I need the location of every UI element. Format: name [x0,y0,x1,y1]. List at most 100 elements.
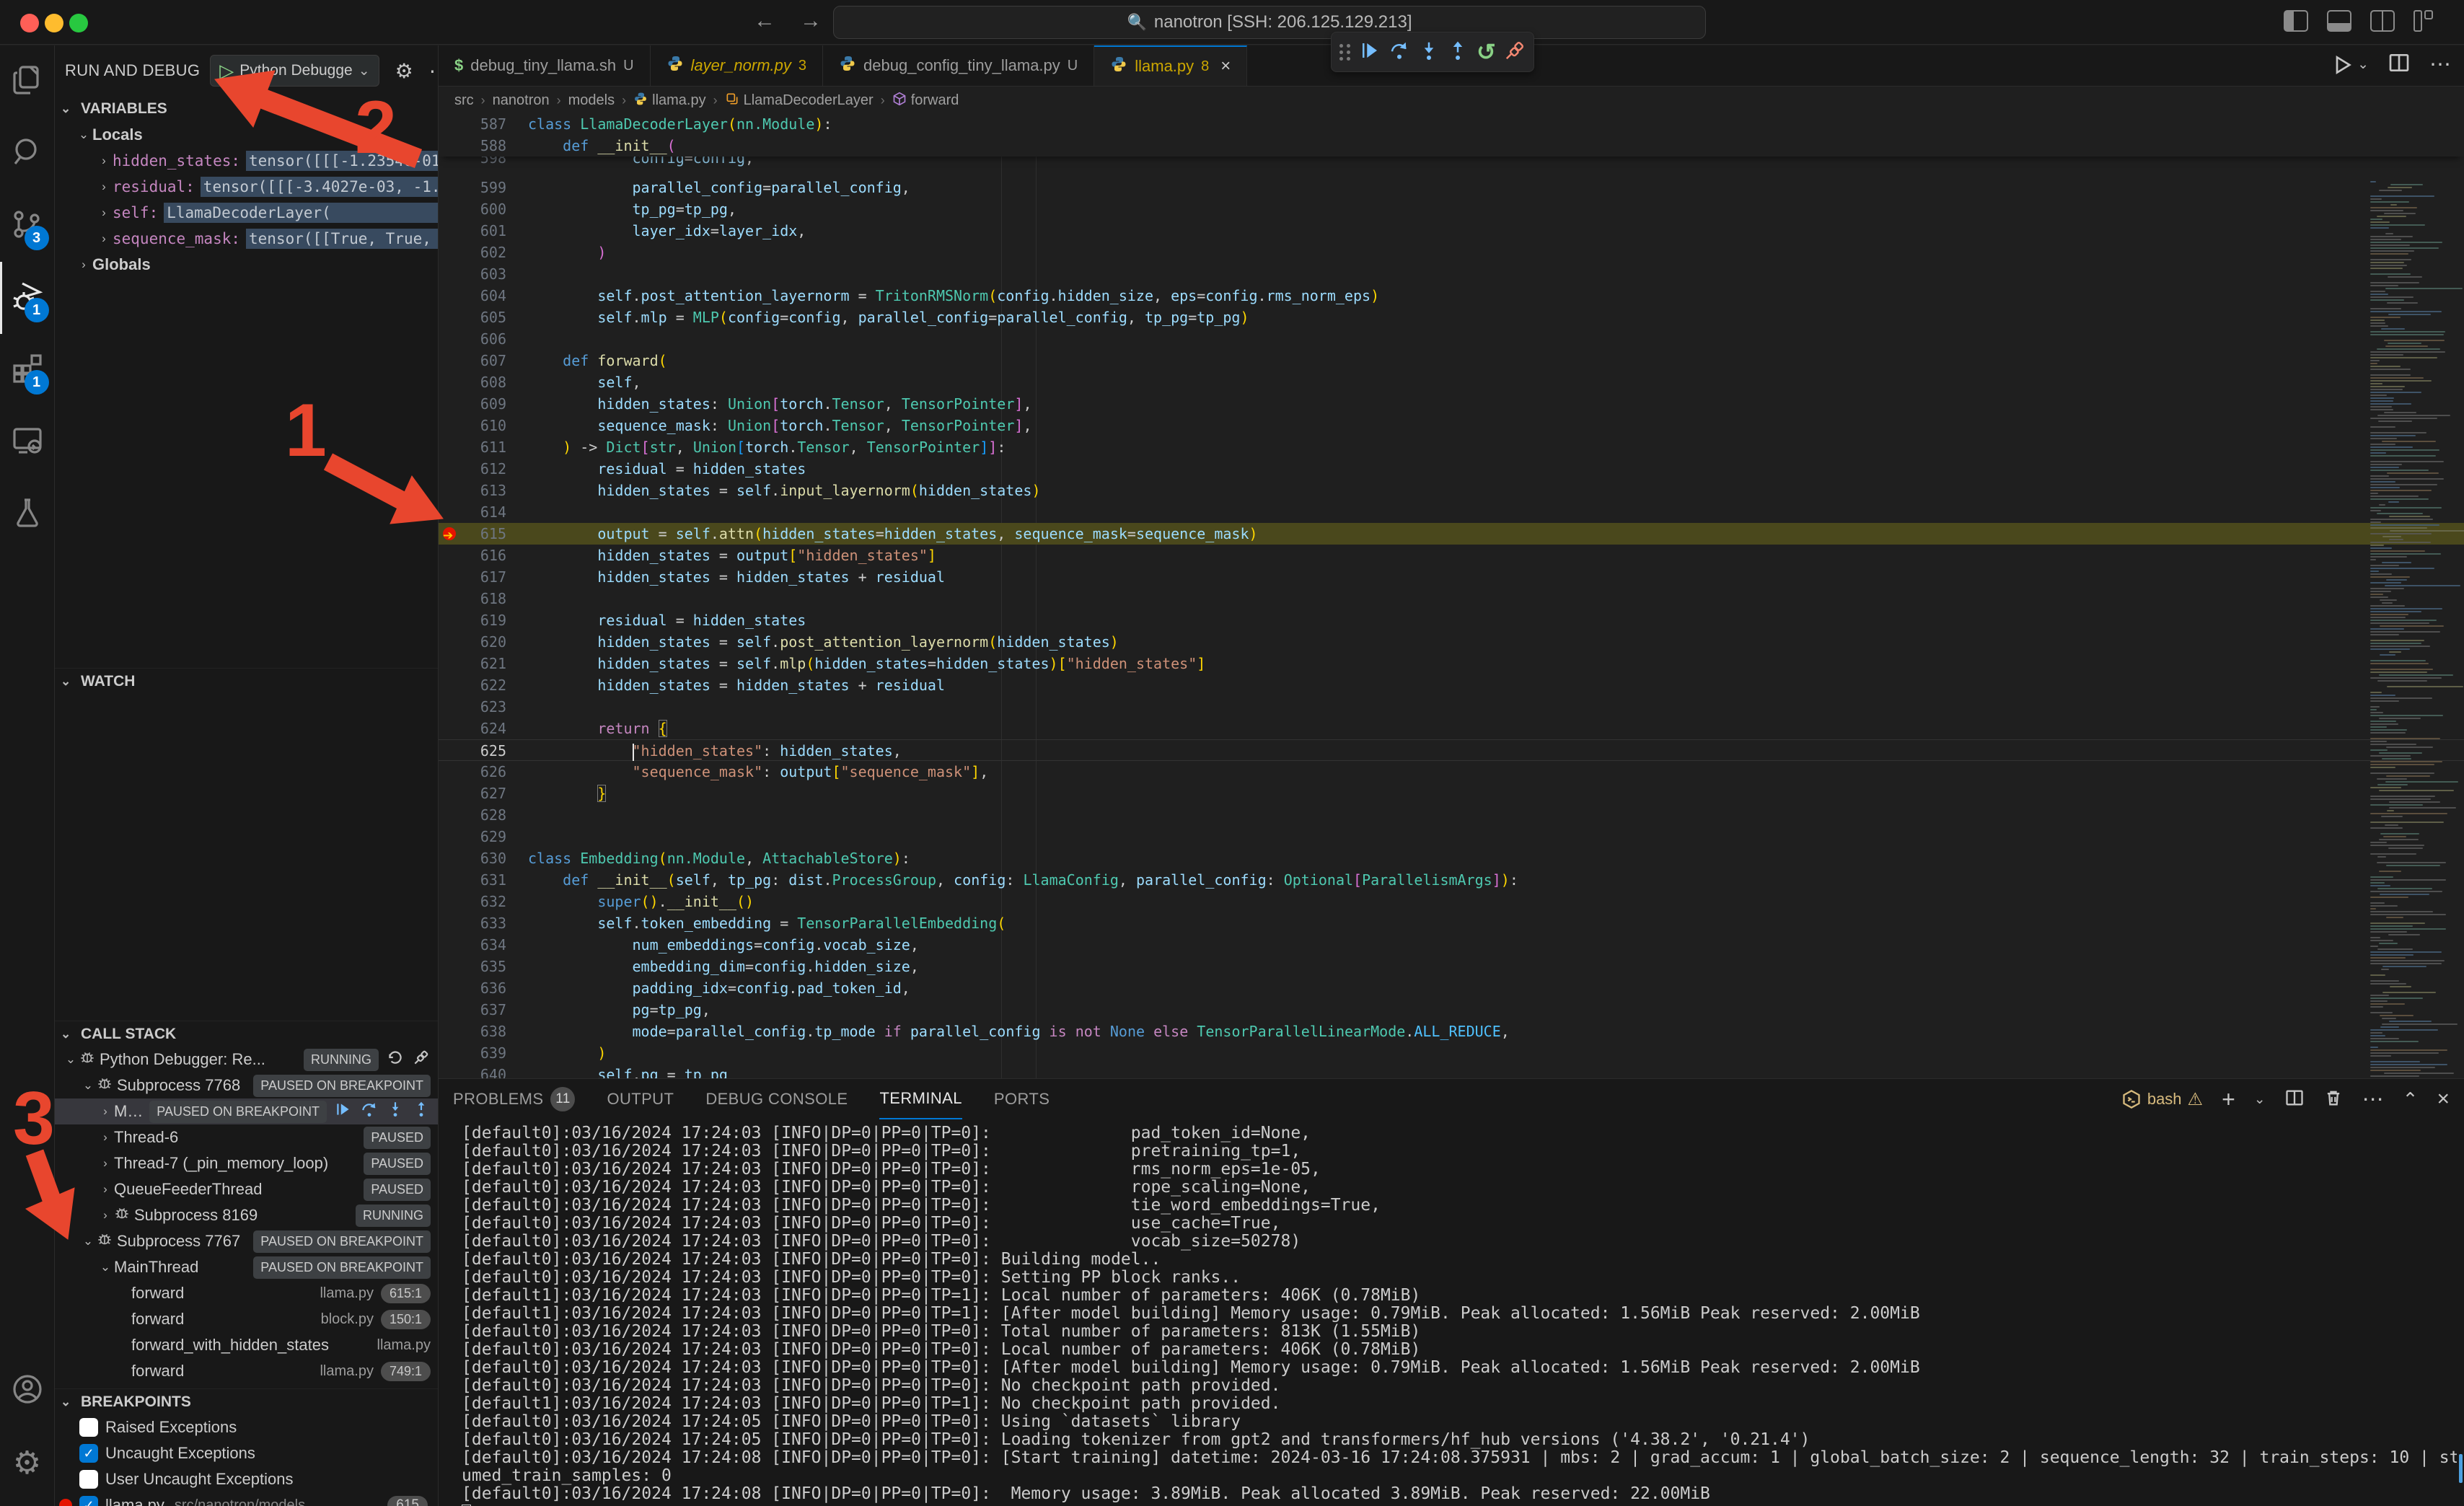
code-line-604[interactable]: 604 self.post_attention_layernorm = Trit… [439,285,2464,307]
panel-tab-problems[interactable]: PROBLEMS11 [453,1079,575,1119]
activity-item-testing[interactable] [0,478,55,550]
code-line-587[interactable]: 587class LlamaDecoderLayer(nn.Module): [439,113,2464,135]
stepover-icon[interactable] [360,1100,379,1123]
gutter-breakpoint-slot[interactable] [439,263,463,285]
gutter-breakpoint-slot[interactable] [439,891,463,912]
code-editor[interactable]: 587class LlamaDecoderLayer(nn.Module):58… [439,113,2464,1078]
gutter-breakpoint-slot[interactable] [439,804,463,826]
step-into-button[interactable] [1418,40,1440,65]
code-line-617[interactable]: 617 hidden_states = hidden_states + resi… [439,566,2464,588]
code-text[interactable]: "hidden_states": hidden_states, [528,740,2464,760]
toggle-sidebar-icon[interactable] [2284,10,2308,32]
code-text[interactable]: output = self.attn(hidden_states=hidden_… [528,523,2464,545]
code-line-640[interactable]: 640 self.pg = tp_pg [439,1064,2464,1078]
code-line-613[interactable]: 613 hidden_states = self.input_layernorm… [439,480,2464,501]
gutter-breakpoint-slot[interactable] [439,566,463,588]
code-text[interactable]: residual = hidden_states [528,458,2464,480]
breadcrumb[interactable]: src›nanotron›models›llama.py›LlamaDecode… [439,87,2464,113]
activity-item-extensions[interactable]: 1 [0,334,55,406]
gutter-breakpoint-slot[interactable] [439,220,463,242]
call-stack-row-thread[interactable]: ›Ma...PAUSED ON BREAKPOINT [55,1098,438,1124]
code-line-621[interactable]: 621 hidden_states = self.mlp(hidden_stat… [439,653,2464,674]
chevron-down-icon[interactable]: ⌄ [2254,1091,2266,1108]
continue-icon[interactable] [334,1100,353,1123]
call-stack-row-frame[interactable]: forwardllama.py749:1 [55,1358,438,1384]
tab-layer_norm.py[interactable]: layer_norm.py3 [651,45,824,86]
code-text[interactable] [528,826,2464,847]
gutter-breakpoint-slot[interactable] [439,934,463,956]
macos-close-button[interactable] [20,14,39,32]
breakpoint-row[interactable]: User Uncaught Exceptions [55,1466,438,1492]
code-line-602[interactable]: 602 ) [439,242,2464,263]
code-line-619[interactable]: 619 residual = hidden_states [439,609,2464,631]
terminal-scrollbar[interactable] [2459,1454,2463,1483]
code-text[interactable]: class LlamaDecoderLayer(nn.Module): [528,113,2464,135]
breakpoint-row[interactable]: ✓llama.pysrc/nanotron/models615 [55,1492,438,1506]
code-line-615[interactable]: ➔615 output = self.attn(hidden_states=hi… [439,523,2464,545]
stepinto-icon[interactable] [386,1100,405,1123]
maximize-panel-icon[interactable]: ⌃ [2403,1088,2419,1111]
code-text[interactable]: ) -> Dict[str, Union[torch.Tensor, Tenso… [528,436,2464,458]
gutter-breakpoint-slot[interactable] [439,1042,463,1064]
disconnect-button[interactable] [1504,40,1526,65]
code-line-629[interactable]: 629 [439,826,2464,847]
gutter-breakpoint-slot[interactable] [439,653,463,674]
code-line-614[interactable]: 614 [439,501,2464,523]
gutter-breakpoint-slot[interactable] [439,783,463,804]
split-editor-icon[interactable] [2388,51,2411,78]
step-out-button[interactable] [1447,40,1469,65]
watch-section-header[interactable]: ⌄ WATCH [55,668,438,694]
code-text[interactable]: num_embeddings=config.vocab_size, [528,934,2464,956]
call-stack-section-header[interactable]: ⌄ CALL STACK [55,1021,438,1047]
breadcrumb-item[interactable]: LlamaDecoderLayer [725,92,874,110]
gutter-breakpoint-slot[interactable] [439,350,463,371]
code-line-626[interactable]: 626 "sequence_mask": output["sequence_ma… [439,761,2464,783]
code-text[interactable]: def __init__(self, tp_pg: dist.ProcessGr… [528,869,2464,891]
code-text[interactable] [528,263,2464,285]
nav-forward-icon[interactable]: → [800,9,822,33]
start-debug-icon[interactable]: ▷ [219,60,234,82]
minimap[interactable] [2369,181,2452,1078]
code-line-637[interactable]: 637 pg=tp_pg, [439,999,2464,1021]
call-stack-row-proc[interactable]: ⌄Subprocess 7768PAUSED ON BREAKPOINT [55,1073,438,1098]
variable-row[interactable]: ›residual:tensor([[[-3.4027e-03, -1.2573… [55,174,438,200]
disconnect-icon[interactable] [412,1048,431,1071]
breadcrumb-item[interactable]: forward [892,92,959,110]
code-text[interactable]: hidden_states = self.input_layernorm(hid… [528,480,2464,501]
gutter-breakpoint-slot[interactable] [439,588,463,609]
breakpoints-section-header[interactable]: ⌄ BREAKPOINTS [55,1388,438,1414]
nav-back-icon[interactable]: ← [754,9,775,33]
gutter-breakpoint-slot[interactable] [439,956,463,977]
terminal-output[interactable]: [default0]:03/16/2024 17:24:03 [INFO|DP=… [462,1124,2457,1506]
code-text[interactable]: hidden_states = self.post_attention_laye… [528,631,2464,653]
debug-config-dropdown[interactable]: ▷ Python Debugge ⌄ [210,55,379,87]
gutter-breakpoint-slot[interactable] [439,135,463,157]
code-line-627[interactable]: 627 } [439,783,2464,804]
macos-minimize-button[interactable] [45,14,63,32]
code-line-634[interactable]: 634 num_embeddings=config.vocab_size, [439,934,2464,956]
breakpoint-checkbox[interactable] [79,1470,98,1489]
call-stack-row-thread[interactable]: ›Thread-7 (_pin_memory_loop)PAUSED [55,1150,438,1176]
gutter-breakpoint-slot[interactable] [439,999,463,1021]
code-line-636[interactable]: 636 padding_idx=config.pad_token_id, [439,977,2464,999]
sticky-scroll[interactable]: 587class LlamaDecoderLayer(nn.Module):58… [439,113,2464,157]
code-line-630[interactable]: 630class Embedding(nn.Module, Attachable… [439,847,2464,869]
code-text[interactable]: padding_idx=config.pad_token_id, [528,977,2464,999]
panel-tab-terminal[interactable]: TERMINAL [879,1079,962,1119]
toggle-panel-icon[interactable] [2327,10,2351,32]
code-text[interactable]: tp_pg=tp_pg, [528,198,2464,220]
code-text[interactable]: self.pg = tp_pg [528,1064,2464,1078]
gutter-breakpoint-slot[interactable] [439,912,463,934]
tab-debug_tiny_llama.sh[interactable]: $debug_tiny_llama.shU [439,45,651,86]
code-text[interactable]: sequence_mask: Union[torch.Tensor, Tenso… [528,415,2464,436]
breadcrumb-item[interactable]: models [568,92,615,109]
code-text[interactable]: parallel_config=parallel_config, [528,177,2464,198]
more-actions-icon[interactable]: ⋯ [429,59,439,83]
code-line-603[interactable]: 603 [439,263,2464,285]
code-text[interactable]: super().__init__() [528,891,2464,912]
code-text[interactable]: class Embedding(nn.Module, AttachableSto… [528,847,2464,869]
breakpoint-checkbox[interactable]: ✓ [79,1496,98,1506]
gutter-breakpoint-slot[interactable] [439,242,463,263]
code-text[interactable]: ) [528,1042,2464,1064]
code-line-601[interactable]: 601 layer_idx=layer_idx, [439,220,2464,242]
